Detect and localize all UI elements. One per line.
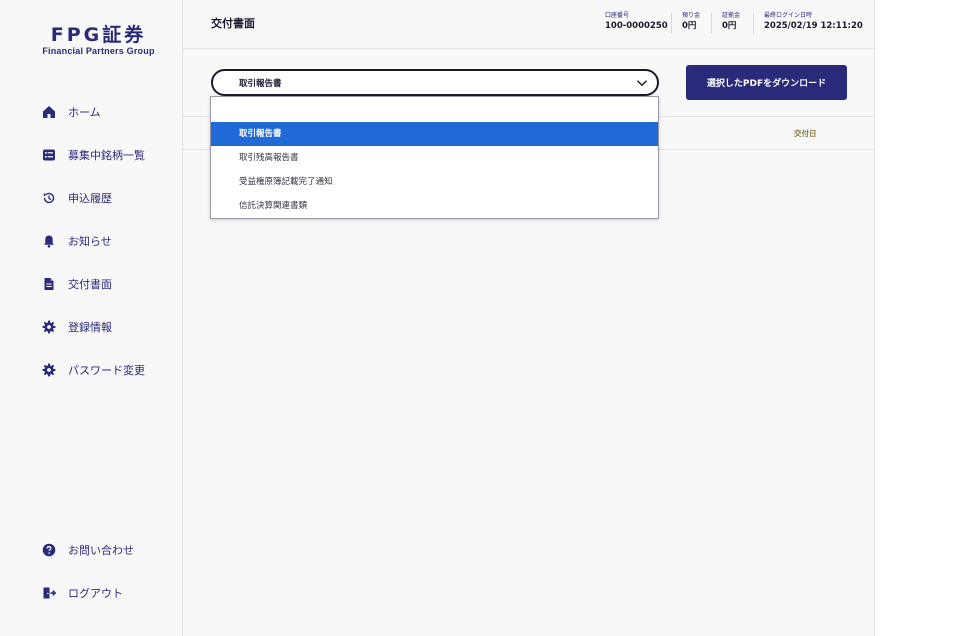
logo-sub-text: Financial Partners Group: [42, 46, 155, 56]
last-login-value: 2025/02/19 12:11:20: [764, 21, 863, 31]
margin-stat: 証拠金 0円: [722, 12, 740, 33]
header-divider: [711, 13, 712, 34]
dropdown-option-balance-report[interactable]: 取引残高報告書: [211, 146, 658, 170]
sidebar: FPG証券 Financial Partners Group ホーム 募集中銘柄…: [0, 0, 183, 636]
sidebar-item-notices[interactable]: お知らせ: [42, 230, 112, 252]
dropdown-option-trade-report[interactable]: 取引報告書: [211, 122, 658, 146]
download-pdf-button[interactable]: 選択したPDFをダウンロード: [686, 65, 847, 100]
dropdown-option-beneficiary-notice[interactable]: 受益権原簿記載完了通知: [211, 170, 658, 194]
sidebar-item-label: ホーム: [68, 106, 101, 119]
sidebar-item-label: 申込履歴: [68, 192, 112, 205]
right-margin: [874, 0, 970, 636]
margin-label: 証拠金: [722, 12, 741, 19]
dropdown-option-trust-settlement[interactable]: 信託決算関連書類: [211, 194, 658, 218]
header-divider: [753, 13, 754, 34]
logout-icon: [42, 586, 56, 600]
document-icon: [42, 277, 56, 291]
sidebar-item-offerings[interactable]: 募集中銘柄一覧: [42, 144, 145, 166]
sidebar-item-label: 募集中銘柄一覧: [68, 149, 145, 162]
last-login-stat: 最終ログイン日時 2025/02/19 12:11:20: [764, 12, 863, 33]
sidebar-item-label: 登録情報: [68, 321, 112, 334]
header-divider: [671, 13, 672, 34]
sidebar-item-contact[interactable]: お問い合わせ: [42, 539, 134, 561]
gear-icon: [42, 320, 56, 334]
logo[interactable]: FPG証券 Financial Partners Group: [0, 24, 183, 57]
sidebar-item-label: 交付書面: [68, 278, 112, 291]
history-icon: [42, 191, 56, 205]
deposit-value: 0円: [682, 21, 697, 31]
sidebar-item-logout[interactable]: ログアウト: [42, 582, 123, 604]
sidebar-item-home[interactable]: ホーム: [42, 101, 101, 123]
chevron-down-icon: [636, 77, 648, 89]
page-title: 交付書面: [211, 17, 255, 30]
document-type-select-value: 取引報告書: [239, 79, 282, 89]
deposit-label: 預り金: [682, 12, 701, 19]
column-header-date[interactable]: 交付日: [794, 128, 817, 139]
help-icon: [42, 543, 56, 557]
sidebar-item-label: お知らせ: [68, 235, 112, 248]
list-icon: [42, 148, 56, 162]
gear-icon: [42, 363, 56, 377]
sidebar-item-label: お問い合わせ: [68, 544, 134, 557]
sidebar-item-registration[interactable]: 登録情報: [42, 316, 112, 338]
logo-main-text: FPG証券: [50, 24, 147, 46]
document-type-dropdown: 取引報告書 取引残高報告書 受益権原簿記載完了通知 信託決算関連書類: [210, 96, 659, 219]
margin-value: 0円: [722, 21, 737, 31]
sidebar-item-password[interactable]: パスワード変更: [42, 359, 145, 381]
account-number-value: 100-0000250: [605, 21, 668, 31]
dropdown-empty-option[interactable]: [211, 97, 658, 122]
sidebar-item-label: ログアウト: [68, 587, 123, 600]
top-header: 交付書面 口座番号 100-0000250 預り金 0円 証拠金 0円 最終ログ…: [183, 0, 874, 49]
home-icon: [42, 105, 56, 119]
account-number-stat: 口座番号 100-0000250: [605, 12, 668, 33]
deposit-stat: 預り金 0円: [682, 12, 700, 33]
document-type-select[interactable]: 取引報告書: [211, 69, 659, 96]
last-login-label: 最終ログイン日時: [764, 12, 813, 19]
sidebar-item-documents[interactable]: 交付書面: [42, 273, 112, 295]
sidebar-item-label: パスワード変更: [68, 364, 145, 377]
sidebar-item-history[interactable]: 申込履歴: [42, 187, 112, 209]
bell-icon: [42, 234, 56, 248]
account-number-label: 口座番号: [605, 12, 630, 19]
